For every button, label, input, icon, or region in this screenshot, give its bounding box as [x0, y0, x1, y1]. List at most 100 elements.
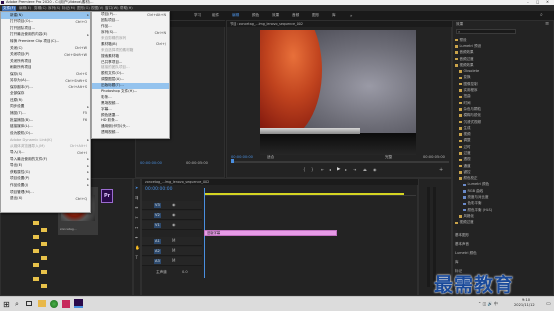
track-label[interactable]: V2	[154, 213, 161, 218]
workspace-tab[interactable]: 图形	[312, 13, 319, 18]
eye-icon[interactable]: ◉	[172, 212, 176, 217]
pr-file-icon[interactable]: Pr	[101, 189, 113, 203]
track-header[interactable]: A2 M	[142, 247, 202, 256]
playhead-marker-icon[interactable]	[231, 159, 234, 163]
step-forward-icon[interactable]: ▸	[345, 167, 347, 172]
file-menu-item[interactable]: 退出(X) Ctrl+Q	[1, 195, 90, 202]
step-back-icon[interactable]: ◂	[329, 167, 331, 172]
go-to-in-icon[interactable]: ⇤	[321, 167, 324, 172]
effects-tree-item[interactable]: 视频过渡	[455, 220, 551, 226]
search-icon[interactable]: ⌕	[15, 300, 19, 309]
panel-tab-item[interactable]: 基本声音	[455, 240, 551, 249]
workspace-tab[interactable]: 库	[332, 13, 336, 18]
slip-tool-icon[interactable]: ↔	[135, 225, 138, 230]
new-submenu-item[interactable]: 透明视频...	[92, 130, 169, 136]
menu-view[interactable]: 视图(V)	[91, 6, 103, 11]
menu-window[interactable]: 窗口(W)	[105, 6, 119, 11]
mute-icon[interactable]: M	[172, 258, 175, 263]
lift-icon[interactable]: ⏏	[363, 167, 367, 172]
workspaces-chevron-icon[interactable]: »	[350, 13, 352, 18]
mark-in-icon[interactable]: {	[303, 167, 306, 172]
media-player-icon[interactable]	[62, 300, 70, 308]
windows-start-icon[interactable]: ⊞	[3, 300, 10, 309]
effects-tree-label: 键控	[463, 169, 471, 174]
premiere-taskbar-icon[interactable]	[74, 299, 83, 308]
track-label[interactable]: A2	[154, 249, 161, 254]
file-explorer-icon[interactable]	[38, 300, 46, 307]
effects-search-input[interactable]: ⌕	[456, 29, 516, 34]
submenu-arrow-icon: ▸	[87, 13, 89, 18]
folder-icon[interactable]	[33, 249, 39, 253]
menu-help[interactable]: 帮助(H)	[120, 6, 133, 11]
panel-tab-item[interactable]: 库	[455, 258, 551, 267]
eye-icon[interactable]: ◉	[172, 202, 176, 207]
hand-tool-icon[interactable]: ✋	[135, 245, 140, 250]
workspace-tab[interactable]: 音频	[292, 13, 299, 18]
workspace-tab[interactable]: 效果	[272, 13, 279, 18]
menu-sequence[interactable]: 序列(S)	[48, 6, 60, 11]
playhead-ruler[interactable]	[231, 161, 449, 163]
workspace-tab[interactable]: 组件	[212, 13, 219, 18]
menu-item-label: 彩条...	[101, 94, 112, 99]
folder-icon[interactable]	[33, 277, 39, 281]
track-label[interactable]: V3	[154, 203, 161, 208]
panel-tab-item[interactable]: Lumetri 颜色	[455, 249, 551, 258]
panel-tab-item[interactable]: 基本图形	[455, 231, 551, 240]
menu-item-shortcut: Ctrl+N	[154, 30, 166, 35]
notification-icon[interactable]: ▭	[546, 301, 551, 307]
pen-tool-icon[interactable]: ✒	[135, 235, 138, 240]
go-to-out-icon[interactable]: ⇥	[353, 167, 356, 172]
time-ruler[interactable]	[204, 188, 416, 196]
timeline-clip[interactable]: 旧版字幕	[204, 230, 337, 236]
track-header[interactable]: A3 M	[142, 257, 202, 266]
panel-menu-icon[interactable]: ≡	[545, 21, 549, 27]
timeline-tab[interactable]: zoncetag_...lmg_lenovo_sequence_002	[142, 179, 419, 185]
track-header[interactable]: V2 ◉	[142, 211, 202, 220]
menu-edit[interactable]: 编辑(E)	[19, 6, 31, 11]
track-label[interactable]: A3	[154, 259, 161, 264]
menu-clip[interactable]: 剪辑(C)	[34, 6, 47, 11]
fit-select[interactable]: 适合	[267, 155, 274, 160]
menu-graphics[interactable]: 图形(G)	[77, 6, 90, 11]
program-monitor-tab[interactable]: 节目: zoncetag_...lmg_lenovo_sequence_002	[227, 21, 453, 27]
track-header[interactable]: A1 M	[142, 237, 202, 246]
export-frame-icon[interactable]: ◉	[373, 167, 377, 172]
folder-icon[interactable]	[41, 242, 47, 246]
menu-marker[interactable]: 标记(M)	[62, 6, 75, 11]
track-header[interactable]: V3 ◉	[142, 201, 202, 210]
folder-icon[interactable]	[33, 263, 39, 267]
clock-date: 2021/11/12	[514, 303, 535, 307]
effects-tab[interactable]: 效果	[456, 22, 463, 27]
folder-icon[interactable]	[33, 221, 39, 225]
browser-icon[interactable]	[50, 300, 58, 308]
eye-icon[interactable]: ◉	[172, 222, 176, 227]
add-button-icon[interactable]: +	[439, 167, 443, 173]
program-duration: 00:00:05:00	[423, 155, 445, 159]
mute-icon[interactable]: M	[172, 248, 175, 253]
track-header[interactable]: V1 ◉	[142, 221, 202, 230]
type-tool-icon[interactable]: T	[136, 255, 138, 260]
folder-icon[interactable]	[41, 270, 47, 274]
track-label[interactable]: V1	[154, 223, 161, 228]
track-select-icon[interactable]: ⇶	[135, 195, 138, 200]
folder-icon[interactable]	[41, 228, 47, 232]
razor-tool-icon[interactable]: ✂	[135, 215, 138, 220]
play-icon[interactable]: ▶	[337, 167, 340, 172]
workspace-tab[interactable]: 编辑	[232, 13, 239, 18]
folder-icon[interactable]	[41, 284, 47, 288]
work-area-bar[interactable]	[204, 193, 404, 195]
workspace-tab[interactable]: 颜色	[252, 13, 259, 18]
task-view-icon[interactable]	[26, 301, 32, 306]
quality-select[interactable]: 完整	[385, 155, 392, 160]
folder-icon[interactable]	[33, 235, 39, 239]
selection-tool-icon[interactable]: ➤	[135, 185, 138, 190]
mute-icon[interactable]: M	[172, 238, 175, 243]
mark-out-icon[interactable]: }	[311, 167, 314, 172]
ripple-edit-icon[interactable]: ⇹	[135, 205, 138, 210]
search-icon[interactable]: ⌕	[540, 12, 543, 18]
submenu-arrow-icon: ▸	[87, 170, 89, 175]
menu-file[interactable]: 文件(F)	[2, 5, 17, 11]
folder-icon[interactable]	[41, 256, 47, 260]
workspace-tab[interactable]: 学习	[194, 13, 201, 18]
track-label[interactable]: A1	[154, 239, 161, 244]
